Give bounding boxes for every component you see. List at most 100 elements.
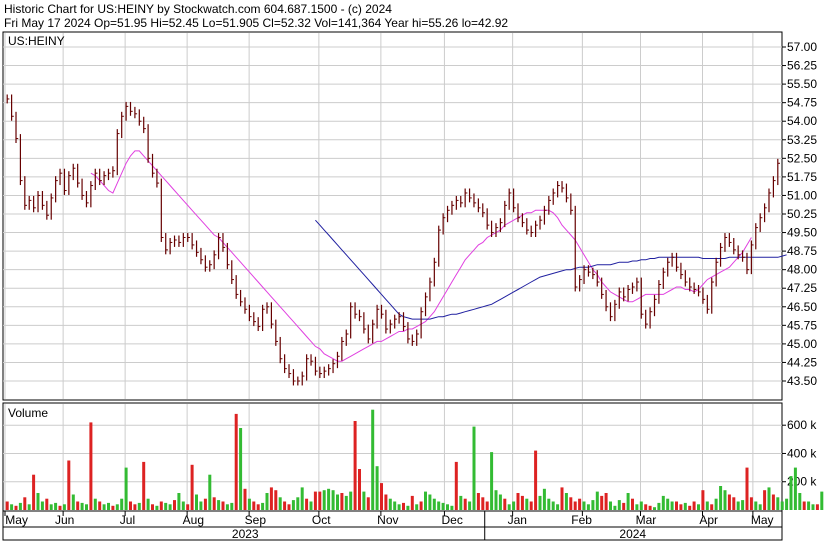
volume-bar — [159, 501, 163, 510]
volume-bar — [745, 467, 749, 510]
x-month-label: Nov — [377, 513, 398, 527]
volume-bar — [688, 505, 692, 510]
volume-panel-label: Volume — [8, 406, 48, 420]
volume-bar — [45, 498, 49, 510]
volume-bar — [494, 490, 498, 510]
price-tick-label: 43.50 — [787, 374, 817, 388]
volume-bar — [239, 428, 243, 510]
price-tick-label: 53.25 — [787, 133, 817, 147]
volume-bar — [520, 495, 524, 510]
x-month-label: Jun — [55, 513, 74, 527]
volume-bar — [247, 498, 251, 510]
volume-bar — [14, 505, 18, 510]
volume-bar — [93, 498, 97, 510]
price-panel — [2, 31, 783, 401]
chart-canvas: Historic Chart for US:HEINY by Stockwatc… — [2, 2, 824, 541]
volume-bar — [503, 498, 507, 510]
volume-bar — [741, 500, 745, 510]
volume-bar — [472, 426, 476, 510]
volume-bar — [283, 501, 287, 510]
volume-bar — [234, 413, 238, 510]
volume-bar — [217, 500, 221, 510]
volume-bar — [551, 501, 555, 510]
volume-bar — [697, 504, 700, 510]
volume-bar — [498, 494, 502, 510]
volume-bar — [221, 501, 225, 510]
volume-bar — [384, 494, 388, 510]
volume-bar — [336, 494, 339, 510]
volume-bar — [437, 501, 441, 510]
volume-bar — [758, 504, 762, 510]
volume-bar — [85, 504, 88, 510]
volume-bar — [208, 474, 212, 510]
volume-bar — [683, 502, 687, 510]
price-tick-label: 46.50 — [787, 300, 817, 314]
volume-bar — [666, 498, 670, 510]
volume-bar — [388, 498, 392, 510]
x-month-label: May — [5, 513, 28, 527]
price-tick-label: 54.00 — [787, 114, 817, 128]
volume-bar — [811, 504, 815, 510]
volume-bar — [111, 505, 115, 510]
volume-bar — [256, 504, 260, 510]
volume-bar — [692, 501, 696, 510]
volume-bar — [203, 498, 207, 510]
price-tick-label: 45.00 — [787, 337, 817, 351]
volume-bar — [432, 498, 436, 510]
volume-bar — [490, 452, 494, 510]
volume-bar — [155, 505, 159, 510]
volume-bar — [190, 464, 194, 510]
chart-summary: Fri May 17 2024 Op=51.95 Hi=52.45 Lo=51.… — [4, 16, 508, 30]
volume-bar — [802, 501, 806, 510]
price-tick-label: 55.50 — [787, 77, 817, 91]
price-tick-label: 51.00 — [787, 188, 817, 202]
volume-bar — [102, 504, 106, 510]
volume-bar — [661, 495, 665, 510]
volume-bar — [252, 501, 256, 510]
volume-bar — [261, 502, 265, 510]
volume-bar — [146, 498, 150, 510]
volume-bar — [168, 504, 172, 510]
volume-bar — [512, 501, 516, 510]
volume-bar — [622, 502, 626, 510]
volume-bar — [701, 490, 705, 510]
volume-bar — [441, 502, 445, 510]
volume-bar — [151, 504, 154, 510]
volume-bar — [402, 502, 405, 510]
volume-bar — [569, 497, 573, 510]
x-month-label: Oct — [312, 513, 331, 527]
x-month-label: Sep — [245, 513, 267, 527]
volume-bar — [719, 486, 723, 510]
volume-bar — [358, 469, 361, 510]
volume-bar — [705, 501, 709, 510]
volume-bar — [115, 504, 119, 510]
volume-bar — [393, 501, 397, 510]
volume-bar — [133, 504, 137, 510]
volume-bar — [36, 493, 40, 510]
volume-bar — [362, 491, 366, 510]
volume-bar — [331, 490, 335, 510]
volume-bar — [428, 494, 432, 510]
volume-bar — [89, 422, 93, 510]
volume-bar — [785, 498, 789, 510]
volume-bar — [525, 498, 529, 510]
volume-bar — [349, 491, 353, 510]
volume-bar — [415, 504, 419, 510]
price-tick-label: 48.75 — [787, 244, 817, 258]
volume-bar — [459, 495, 463, 510]
volume-bar — [732, 497, 736, 510]
volume-bar — [305, 498, 309, 510]
volume-bar — [177, 493, 181, 510]
volume-bar — [76, 501, 80, 510]
volume-bar — [763, 490, 767, 510]
volume-bar — [265, 493, 269, 510]
volume-bar — [181, 501, 185, 510]
volume-bar — [62, 504, 66, 510]
volume-bar — [657, 502, 661, 510]
volume-bar — [300, 487, 304, 510]
volume-bar — [476, 493, 480, 510]
volume-bar — [380, 483, 383, 510]
volume-bar — [313, 491, 317, 510]
volume-bar — [318, 491, 322, 510]
volume-bar — [107, 502, 110, 510]
